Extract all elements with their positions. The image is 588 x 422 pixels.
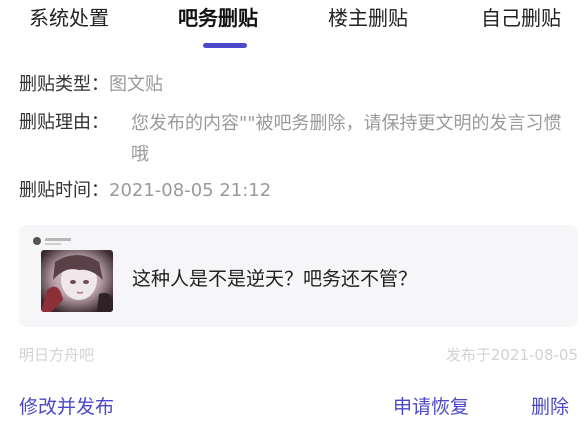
deleted-post-card[interactable]: 这种人是不是逆天？吧务还不管？ xyxy=(19,225,578,327)
post-thumbnail[interactable] xyxy=(41,250,113,312)
tab-op-deleted[interactable]: 楼主删贴 xyxy=(328,2,408,31)
forum-name[interactable]: 明日方舟吧 xyxy=(19,344,94,365)
card-mini-header xyxy=(33,235,93,245)
active-tab-indicator xyxy=(203,43,247,48)
delete-button[interactable]: 删除 xyxy=(531,392,569,419)
mini-meta-line xyxy=(45,243,61,245)
tab-self-deleted[interactable]: 自己删贴 xyxy=(481,2,561,31)
post-title: 这种人是不是逆天？吧务还不管？ xyxy=(132,268,418,290)
delete-time-row: 删贴时间：2021-08-05 21:12 xyxy=(19,176,271,206)
delete-type-value: 图文贴 xyxy=(109,74,163,95)
mini-avatar xyxy=(33,237,41,245)
delete-type-label: 删贴类型： xyxy=(19,74,109,95)
edit-and-republish-button[interactable]: 修改并发布 xyxy=(19,392,114,419)
delete-reason-label: 删贴理由： xyxy=(19,112,109,133)
tab-bar: 系统处置 吧务删贴 楼主删贴 自己删贴 xyxy=(0,0,588,56)
delete-reason-row: 删贴理由： xyxy=(19,108,109,138)
appeal-restore-button[interactable]: 申请恢复 xyxy=(393,392,469,419)
publish-date: 发布于2021-08-05 xyxy=(445,346,578,364)
delete-reason-value: 您发布的内容""被吧务删除，请保持更文明的发言习惯哦 xyxy=(131,113,562,165)
delete-type-row: 删贴类型：图文贴 xyxy=(19,70,163,100)
post-thumbnail-image xyxy=(41,250,113,312)
tab-moderator-deleted[interactable]: 吧务删贴 xyxy=(178,2,258,31)
delete-time-value: 2021-08-05 21:12 xyxy=(109,180,272,201)
tab-system-handling[interactable]: 系统处置 xyxy=(29,2,109,31)
mini-username-line xyxy=(45,238,71,241)
delete-time-label: 删贴时间： xyxy=(19,180,109,201)
